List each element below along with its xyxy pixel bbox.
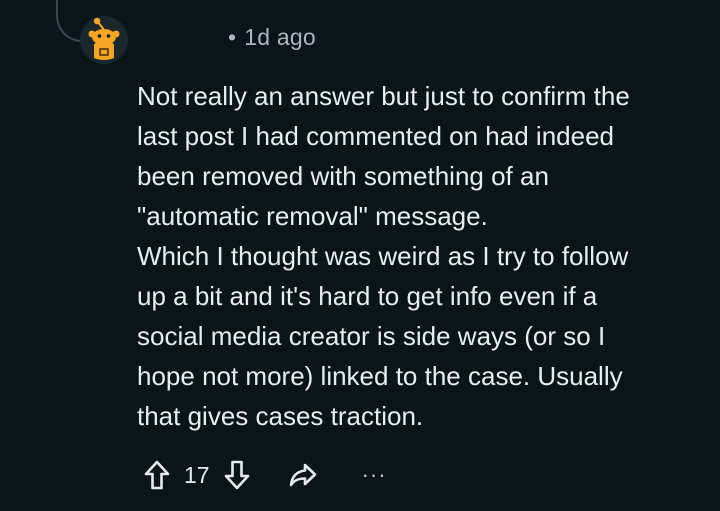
timestamp: 1d ago (244, 24, 316, 50)
share-button[interactable] (286, 457, 320, 493)
arrow-up-icon (144, 460, 170, 490)
more-options-button[interactable]: ··· (362, 457, 387, 493)
snoo-avatar-icon (80, 16, 128, 64)
comment-actions: 17 ··· (140, 455, 387, 495)
comment-meta: • 1d ago (228, 24, 316, 51)
arrow-down-icon (224, 460, 249, 490)
more-dots-icon: ··· (361, 462, 387, 487)
comment-text: Not really an answer but just to confirm… (137, 81, 630, 431)
separator-dot: • (228, 24, 237, 50)
upvote-button[interactable] (140, 457, 174, 493)
share-icon (289, 463, 316, 487)
comment-body: Not really an answer but just to confirm… (137, 76, 697, 436)
downvote-button[interactable] (220, 457, 254, 493)
avatar[interactable] (80, 16, 128, 64)
vote-count: 17 (184, 461, 210, 488)
